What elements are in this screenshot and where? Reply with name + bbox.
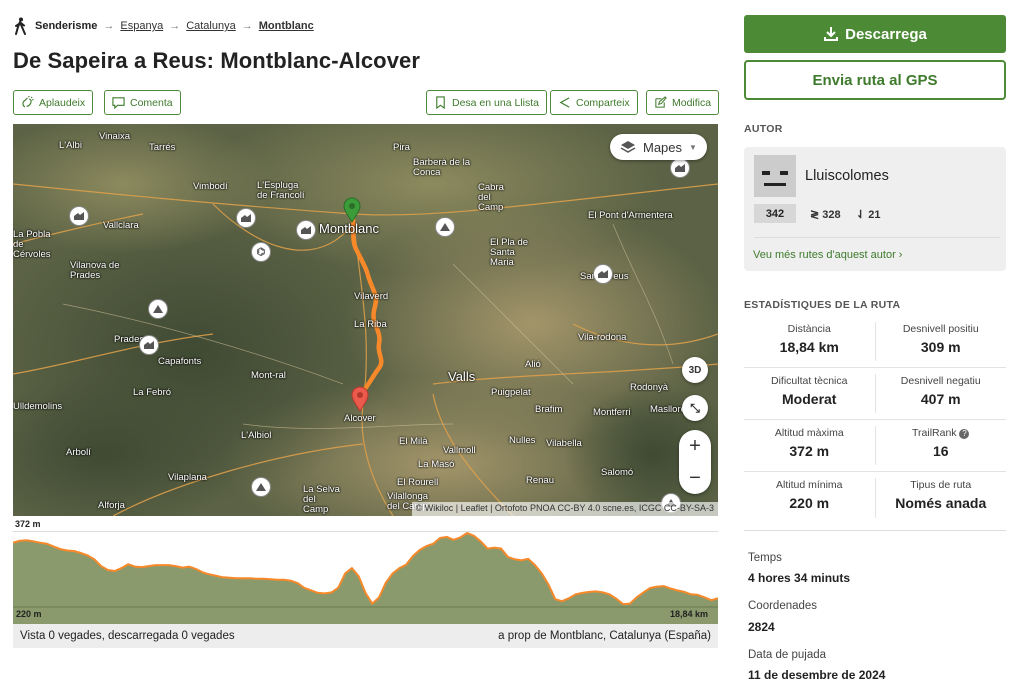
activity-link[interactable]: Senderisme xyxy=(35,20,97,32)
layers-icon xyxy=(620,141,636,153)
author-name[interactable]: Lluiscolomes xyxy=(805,168,889,184)
share-label: Comparteix xyxy=(576,96,630,109)
layers-label: Mapes xyxy=(643,139,683,155)
author-trails-count: ≷ 328 xyxy=(810,209,841,221)
download-label: Descarrega xyxy=(845,25,927,43)
poi-marker-icon[interactable] xyxy=(296,220,316,240)
edit-icon xyxy=(655,96,667,108)
arrow-right-icon: → xyxy=(169,20,181,32)
elevation-profile[interactable] xyxy=(13,531,718,624)
edit-label: Modifica xyxy=(672,96,712,109)
page-title: De Sapeira a Reus: Montblanc-Alcover xyxy=(13,48,421,73)
expand-icon: ⤡ xyxy=(690,400,700,415)
upload-date-value: 11 de desembre de 2024 xyxy=(748,668,886,682)
time-label: Temps xyxy=(748,552,782,564)
profile-min-label: 220 m xyxy=(16,609,42,619)
route-map[interactable]: L'Albi Vinaixa Tarrés Pira Barberà de la… xyxy=(13,124,718,516)
arrow-right-icon: → xyxy=(241,20,253,32)
coords-label: Coordenades xyxy=(748,600,818,612)
divider xyxy=(754,237,1000,238)
zoom-out-button[interactable]: − xyxy=(689,467,701,490)
poi-marker-icon[interactable] xyxy=(236,208,256,228)
caret-down-icon: ▼ xyxy=(689,142,697,152)
avatar[interactable] xyxy=(754,155,796,197)
save-list-button[interactable]: Desa en una Llista xyxy=(426,90,547,115)
author-heading: AUTOR xyxy=(744,123,783,135)
zoom-control: + − xyxy=(679,430,711,494)
share-icon xyxy=(559,97,570,108)
poi-marker-icon[interactable] xyxy=(69,206,89,226)
stat-distance: Distància 18,84 km xyxy=(779,323,839,355)
applaud-button[interactable]: Aplaudeix xyxy=(13,90,94,115)
send-gps-button[interactable]: Envia ruta al GPS xyxy=(744,60,1006,100)
breadcrumb: Senderisme → Espanya → Catalunya → Montb… xyxy=(13,15,314,37)
stat-difficulty: Dificultat tècnica Moderat xyxy=(771,375,848,407)
trail-icon: ≷ xyxy=(810,209,820,221)
coords-value: 2824 xyxy=(748,620,775,634)
comment-button[interactable]: Comenta xyxy=(104,90,181,115)
route-stats-grid: Distància 18,84 km Desnivell positiu 309 m… xyxy=(744,316,1006,524)
stat-elevation-loss: Desnivell negatiu 407 m xyxy=(874,374,1007,413)
stat-max-altitude: Altitud màxima 372 m xyxy=(774,427,844,459)
share-button[interactable]: Comparteix xyxy=(550,90,638,115)
comment-label: Comenta xyxy=(130,96,173,109)
hiking-icon xyxy=(15,17,26,35)
download-icon xyxy=(824,27,839,41)
stat-trailrank: TrailRank ? 16 xyxy=(874,426,1007,465)
profile-distance-label: 18,84 km xyxy=(670,609,709,619)
poi-marker-icon[interactable] xyxy=(593,264,613,284)
divider xyxy=(744,530,1006,531)
breadcrumb-town[interactable]: Montblanc xyxy=(259,20,314,32)
more-routes-link[interactable]: Veu més rutes d'aquest autor › xyxy=(753,249,902,261)
time-value: 4 hores 34 minuts xyxy=(748,571,851,585)
arrow-right-icon: → xyxy=(103,20,115,32)
bookmark-icon xyxy=(436,96,445,109)
poi-marker-icon[interactable] xyxy=(139,335,159,355)
summit-icon[interactable] xyxy=(148,299,168,319)
author-card: Lluiscolomes 342 ≷ 328 ⇃ 21 Veu més rute… xyxy=(744,147,1006,271)
stat-min-altitude: Altitud mínima 220 m xyxy=(775,479,843,511)
help-icon[interactable]: ? xyxy=(959,429,970,439)
start-marker-icon[interactable] xyxy=(343,197,361,223)
author-points-badge: 342 xyxy=(754,204,796,223)
fullscreen-button[interactable]: ⤡ xyxy=(682,395,708,421)
poi-marker-icon[interactable] xyxy=(670,158,690,178)
map-3d-button[interactable]: 3D xyxy=(682,357,708,383)
stat-route-type: Tipus de ruta Només anada xyxy=(874,478,1007,518)
breadcrumb-region[interactable]: Catalunya xyxy=(186,20,236,32)
binoculars-icon[interactable]: ⌬ xyxy=(251,242,271,262)
summit-icon[interactable] xyxy=(435,217,455,237)
edit-button[interactable]: Modifica xyxy=(646,90,720,115)
comment-icon xyxy=(112,97,125,109)
upload-date-label: Data de pujada xyxy=(748,649,827,661)
breadcrumb-country[interactable]: Espanya xyxy=(120,20,163,32)
follower-icon: ⇃ xyxy=(856,209,866,221)
download-button[interactable]: Descarrega xyxy=(744,15,1006,53)
layers-selector[interactable]: Mapes ▼ xyxy=(610,134,707,160)
applaud-label: Aplaudeix xyxy=(39,96,86,109)
clap-icon xyxy=(22,96,34,108)
author-followers-count: ⇃ 21 xyxy=(856,209,881,221)
summit-icon[interactable] xyxy=(251,477,271,497)
stat-elevation-gain: Desnivell positiu 309 m xyxy=(874,322,1007,361)
profile-max-label: 372 m xyxy=(15,519,41,529)
save-list-label: Desa en una Llista xyxy=(452,96,539,109)
near-location-text: a prop de Montblanc, Catalunya (España) xyxy=(498,630,711,642)
map-attribution: © Wikiloc | Leaflet | Ortofoto PNOA CC-B… xyxy=(411,502,718,516)
trail-footer-bar: Vista 0 vegades, descarregada 0 vegades … xyxy=(13,624,718,648)
views-text: Vista 0 vegades, descarregada 0 vegades xyxy=(20,630,235,642)
zoom-in-button[interactable]: + xyxy=(689,435,701,458)
end-marker-icon[interactable] xyxy=(351,386,369,412)
stats-heading: ESTADÍSTIQUES DE LA RUTA xyxy=(744,299,901,311)
